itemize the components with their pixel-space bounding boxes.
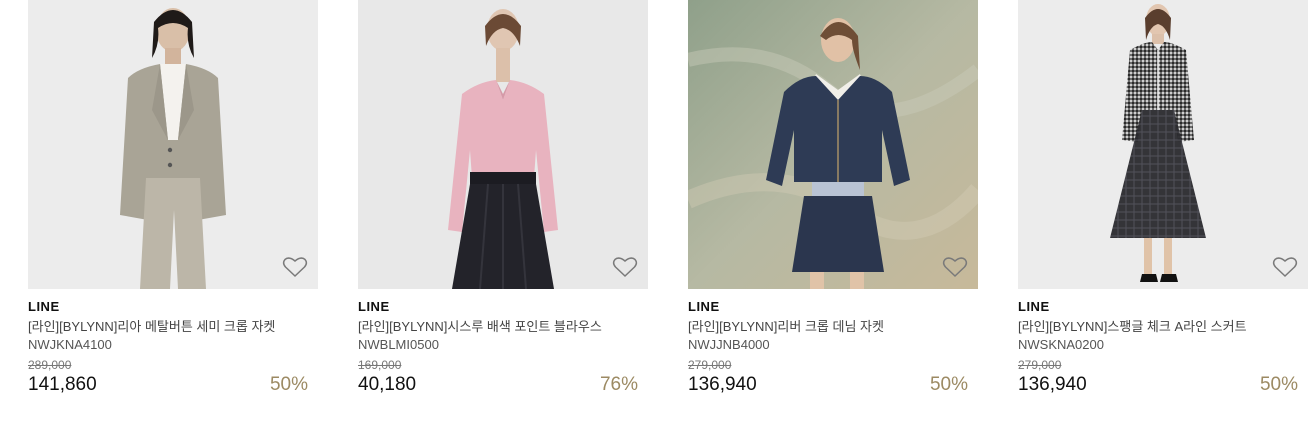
brand-name: LINE: [1018, 299, 1050, 314]
product-code: NWJJNB4000: [688, 337, 770, 352]
sale-price: 136,940: [688, 374, 757, 395]
original-price: 279,000: [1018, 358, 1062, 372]
product-name[interactable]: [라인][BYLYNN]시스루 배색 포인트 블라우스: [358, 319, 648, 335]
product-photo-jacket-beige: [28, 0, 318, 289]
product-card[interactable]: LINE [라인][BYLYNN]리버 크롭 데님 자켓 NWJJNB4000 …: [688, 0, 978, 396]
product-grid: LINE [라인][BYLYNN]리아 메탈버튼 세미 크롭 자켓 NWJKNA…: [0, 0, 1312, 424]
product-card[interactable]: LINE [라인][BYLYNN]스팽글 체크 A라인 스커트 NWSKNA02…: [1018, 0, 1308, 396]
discount-rate: 50%: [269, 374, 308, 395]
product-card[interactable]: LINE [라인][BYLYNN]리아 메탈버튼 세미 크롭 자켓 NWJKNA…: [28, 0, 318, 396]
sale-price: 136,940: [1018, 374, 1087, 395]
product-image[interactable]: [688, 0, 978, 289]
brand-name: LINE: [358, 299, 390, 314]
heart-outline-icon[interactable]: [612, 255, 638, 279]
product-card[interactable]: LINE [라인][BYLYNN]시스루 배색 포인트 블라우스 NWBLMI0…: [358, 0, 648, 396]
brand-name: LINE: [688, 299, 720, 314]
product-code: NWBLMI0500: [358, 337, 439, 352]
price-row: 136,940 50%: [688, 374, 978, 396]
product-name[interactable]: [라인][BYLYNN]리아 메탈버튼 세미 크롭 자켓: [28, 319, 318, 335]
discount-rate: 50%: [929, 374, 968, 395]
product-photo-blouse-pink: [358, 0, 648, 289]
brand-name: LINE: [28, 299, 60, 314]
product-image[interactable]: [28, 0, 318, 289]
price-row: 136,940 50%: [1018, 374, 1308, 396]
product-name[interactable]: [라인][BYLYNN]리버 크롭 데님 자켓: [688, 319, 978, 335]
discount-rate: 50%: [1259, 374, 1298, 395]
product-photo-denim-jacket: [688, 0, 978, 289]
sale-price: 141,860: [28, 374, 97, 395]
original-price: 279,000: [688, 358, 732, 372]
product-image[interactable]: [1018, 0, 1308, 289]
product-image[interactable]: [358, 0, 648, 289]
product-photo-check-skirt: [1018, 0, 1308, 289]
discount-rate: 76%: [599, 374, 638, 395]
price-row: 40,180 76%: [358, 374, 648, 396]
sale-price: 40,180: [358, 374, 417, 395]
price-row: 141,860 50%: [28, 374, 318, 396]
heart-outline-icon[interactable]: [942, 255, 968, 279]
heart-outline-icon[interactable]: [282, 255, 308, 279]
heart-outline-icon[interactable]: [1272, 255, 1298, 279]
product-code: NWJKNA4100: [28, 337, 112, 352]
product-name[interactable]: [라인][BYLYNN]스팽글 체크 A라인 스커트: [1018, 319, 1308, 335]
product-code: NWSKNA0200: [1018, 337, 1104, 352]
original-price: 169,000: [358, 358, 402, 372]
original-price: 289,000: [28, 358, 72, 372]
